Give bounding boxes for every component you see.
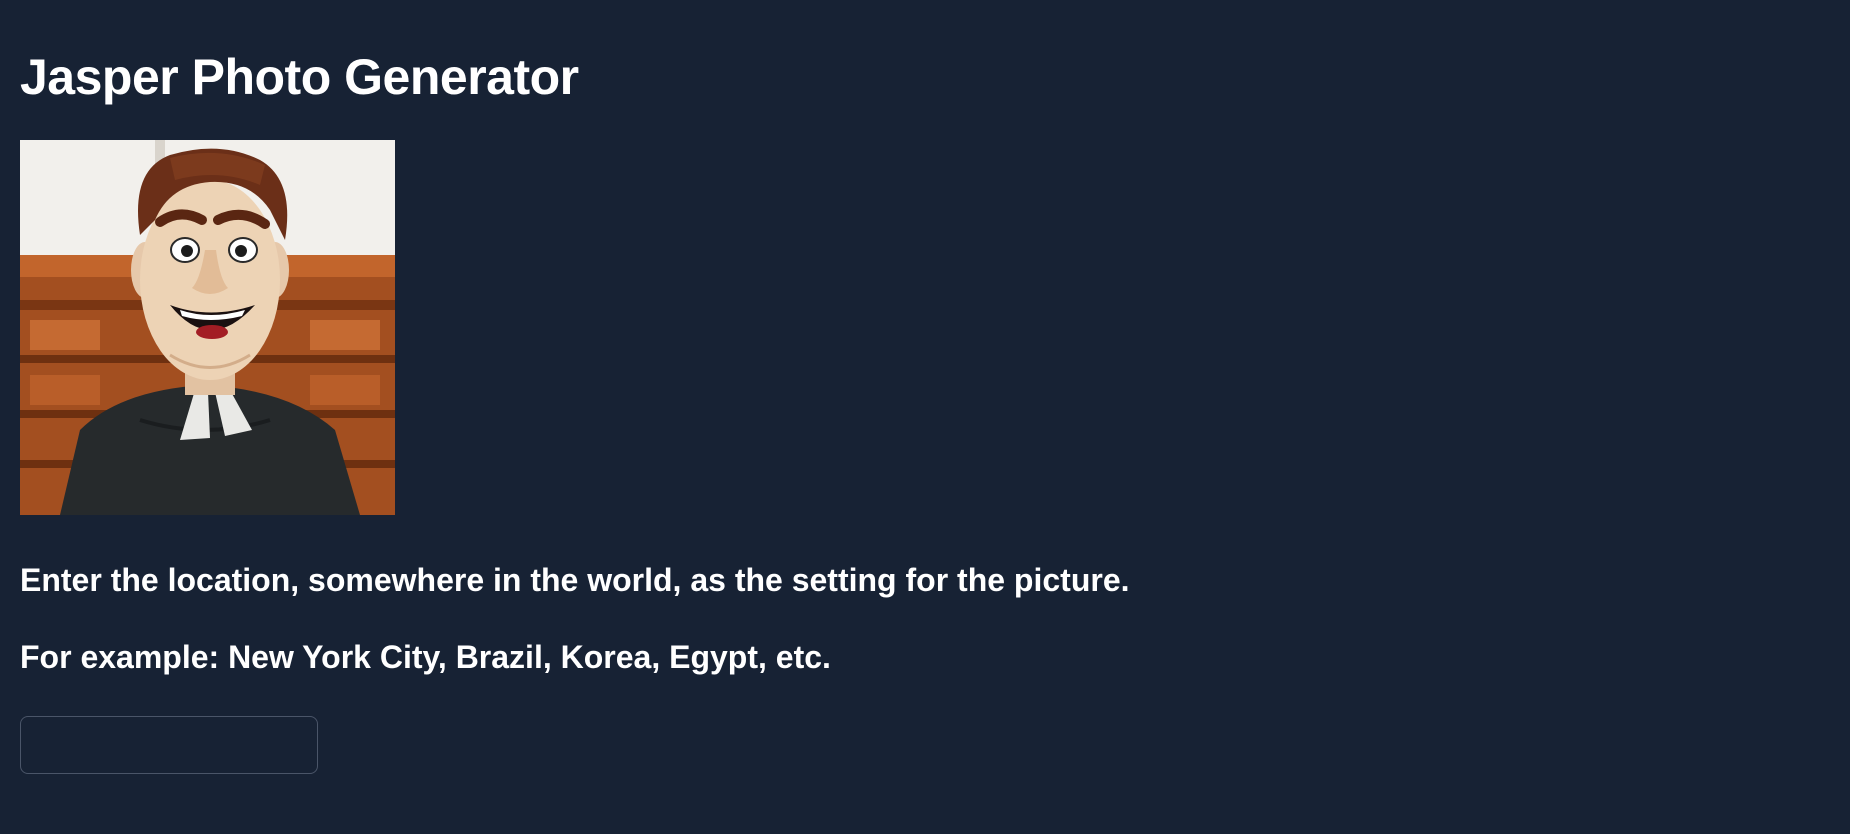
- mascot-photo: [20, 140, 395, 515]
- app-page: Jasper Photo Generator Enter the locatio…: [0, 0, 1850, 834]
- location-input[interactable]: [20, 716, 318, 774]
- example-text: For example: New York City, Brazil, Kore…: [20, 639, 831, 675]
- page-title: Jasper Photo Generator: [20, 49, 579, 105]
- mascot-illustration: [20, 140, 395, 515]
- instruction-text: Enter the location, somewhere in the wor…: [20, 562, 1130, 598]
